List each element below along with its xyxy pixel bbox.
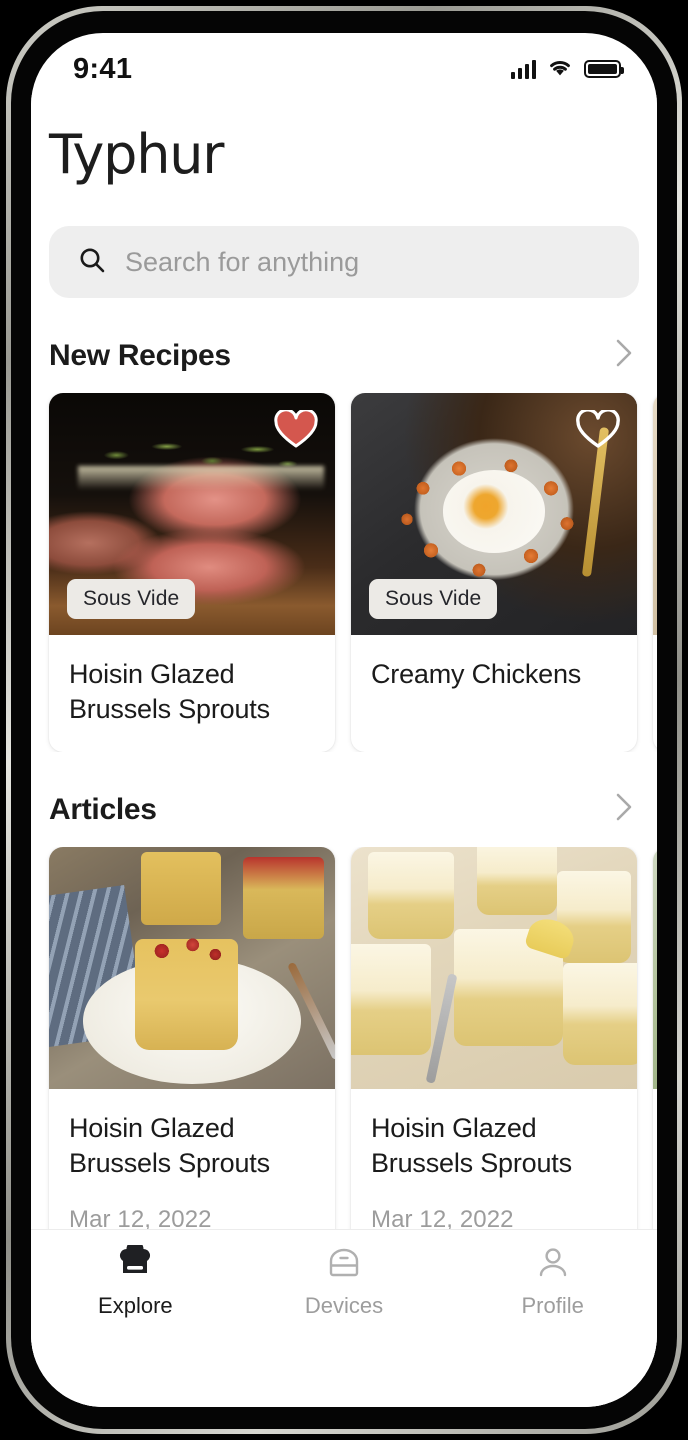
recipe-card-body: Hoisin Glazed Brussels Sprouts [49, 635, 335, 752]
search-section [31, 196, 657, 298]
partial-recipe-photo [653, 393, 657, 635]
tab-devices[interactable]: Devices [240, 1244, 449, 1319]
phone-frame: 9:41 Typhur Search for anything New Reci… [6, 6, 682, 1434]
partial-article-photo [653, 847, 657, 1090]
recipe-badge: Sous Vide [67, 579, 196, 619]
chef-hat-icon [115, 1244, 155, 1282]
article-card-body [653, 1089, 657, 1163]
wifi-icon [546, 57, 574, 82]
app-body: Typhur Ne [31, 95, 657, 1407]
section-title: New Recipes [49, 338, 231, 372]
tab-label: Explore [98, 1293, 173, 1318]
search-bar[interactable] [49, 226, 639, 298]
article-card-date: Mar 12, 2022 [371, 1206, 514, 1229]
article-card-media [653, 847, 657, 1090]
recipe-card-body [653, 635, 657, 683]
app-logo: Typhur [49, 123, 224, 186]
chevron-right-icon[interactable] [613, 336, 635, 375]
status-bar: 9:41 [31, 33, 657, 95]
article-card-media [351, 847, 637, 1090]
new-recipes-rail[interactable]: Sous Vide Hoisin Glazed Brussels Sprouts [31, 393, 657, 753]
battery-full-icon [584, 60, 624, 78]
article-card-title: Hoisin Glazed Brussels Sprouts [69, 1113, 270, 1178]
recipe-card-title: Hoisin Glazed Brussels Sprouts [69, 659, 270, 724]
phone-bezel: 9:41 Typhur Search for anything New Reci… [11, 11, 677, 1429]
search-icon [77, 245, 107, 280]
lemon-cheesecake-jars-photo [351, 847, 637, 1090]
heart-filled-icon[interactable] [273, 407, 319, 453]
article-card-partial[interactable] [653, 847, 657, 1229]
heart-outline-icon[interactable] [575, 407, 621, 453]
bottom-tab-bar: Explore Devices Profile [31, 1229, 657, 1337]
search-input[interactable] [125, 246, 611, 278]
phone-screen: 9:41 Typhur Search for anything New Reci… [31, 33, 657, 1407]
section-header-new-recipes: New Recipes [31, 298, 657, 393]
recipe-card[interactable]: Sous Vide Hoisin Glazed Brussels Sprouts [49, 393, 335, 753]
article-card[interactable]: Hoisin Glazed Brussels Sprouts Mar 12, 2… [351, 847, 637, 1229]
article-card-title: Hoisin Glazed Brussels Sprouts [371, 1113, 572, 1178]
person-icon [533, 1244, 573, 1282]
tab-profile[interactable]: Profile [448, 1244, 657, 1319]
articles-rail[interactable]: Hoisin Glazed Brussels Sprouts Mar 12, 2… [31, 847, 657, 1229]
recipe-card-title: Creamy Chickens [371, 659, 582, 689]
recipe-card-media [653, 393, 657, 635]
cellular-signal-icon [510, 59, 536, 79]
article-card-date: Mar 12, 2022 [69, 1206, 212, 1229]
savory-custard-jars-photo [49, 847, 335, 1090]
device-appliance-icon [324, 1244, 364, 1282]
section-title: Articles [49, 792, 157, 826]
article-card-media [49, 847, 335, 1090]
recipe-card-body: Creamy Chickens [351, 635, 637, 718]
brand-header: Typhur [31, 95, 657, 196]
article-card-body: Hoisin Glazed Brussels Sprouts Mar 12, 2… [351, 1089, 637, 1229]
recipe-card-partial[interactable] [653, 393, 657, 753]
article-card[interactable]: Hoisin Glazed Brussels Sprouts Mar 12, 2… [49, 847, 335, 1229]
home-indicator-area [31, 1337, 657, 1407]
tab-label: Devices [304, 1293, 384, 1318]
tab-explore[interactable]: Explore [31, 1244, 240, 1319]
recipe-card-media: Sous Vide [49, 393, 335, 635]
scroll-area[interactable]: Typhur Ne [31, 95, 657, 1229]
recipe-card-media: Sous Vide [351, 393, 637, 635]
status-bar-icons [510, 57, 624, 82]
section-header-articles: Articles [31, 752, 657, 847]
status-bar-time: 9:41 [73, 52, 133, 85]
article-card-body: Hoisin Glazed Brussels Sprouts Mar 12, 2… [49, 1089, 335, 1229]
recipe-badge: Sous Vide [369, 579, 498, 619]
recipe-card[interactable]: Sous Vide Creamy Chickens [351, 393, 637, 753]
chevron-right-icon[interactable] [613, 790, 635, 829]
tab-label: Profile [521, 1293, 584, 1318]
